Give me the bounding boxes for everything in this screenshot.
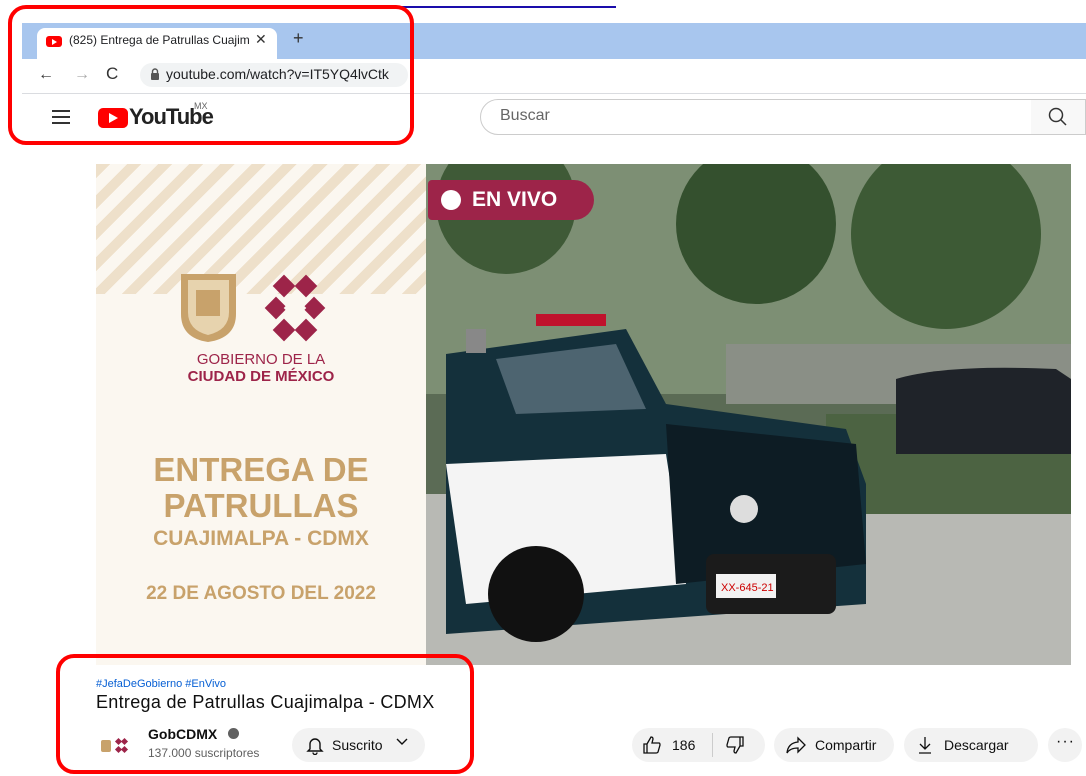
gov-name: GOBIERNO DE LA CIUDAD DE MÉXICO [96,351,426,385]
share-icon [785,735,807,760]
highlight-box-browser [8,5,414,145]
channel-name[interactable]: GobCDMX [148,726,217,742]
share-label: Compartir [815,737,877,753]
subscriber-count: 137.000 suscriptores [148,746,260,760]
download-label: Descargar [944,737,1009,753]
event-title-line1: ENTREGA DE [153,451,369,488]
like-count: 186 [672,737,696,753]
chevron-down-icon [395,734,409,751]
live-dot-icon [441,190,461,210]
like-separator [712,733,713,757]
event-date: 22 DE AGOSTO DEL 2022 [146,583,376,604]
live-badge-label: EN VIVO [472,188,558,211]
gov-name-line2: CIUDAD DE MÉXICO [187,368,335,385]
search-input[interactable]: Buscar [500,107,550,125]
patrol-truck-scene: XX-645-21 [426,164,1071,665]
search-button[interactable] [1031,99,1086,135]
video-title: Entrega de Patrullas Cuajimalpa - CDMX [96,692,435,712]
search-icon [1048,107,1067,126]
more-icon: ··· [1056,733,1075,750]
verified-icon [228,728,239,739]
channel-avatar[interactable] [99,735,131,757]
subscribed-label: Suscrito [332,737,383,753]
event-title-line2: PATRULLAS [163,487,359,524]
like-icon[interactable] [642,735,662,760]
search-field[interactable] [480,99,1032,135]
bell-icon [306,735,324,760]
gov-name-line1: GOBIERNO DE LA [196,351,326,368]
event-subtitle: CUAJIMALPA - CDMX [153,527,369,550]
hashtags-link[interactable]: #JefaDeGobierno #EnVivo [96,678,226,690]
gov-seal-icon [181,274,326,342]
video-frame[interactable]: XX-645-21 [426,164,1071,665]
download-icon [916,735,934,760]
event-title: ENTREGA DE PATRULLAS [96,452,426,524]
dislike-icon[interactable] [725,735,745,760]
license-plate: XX-645-21 [721,582,774,594]
